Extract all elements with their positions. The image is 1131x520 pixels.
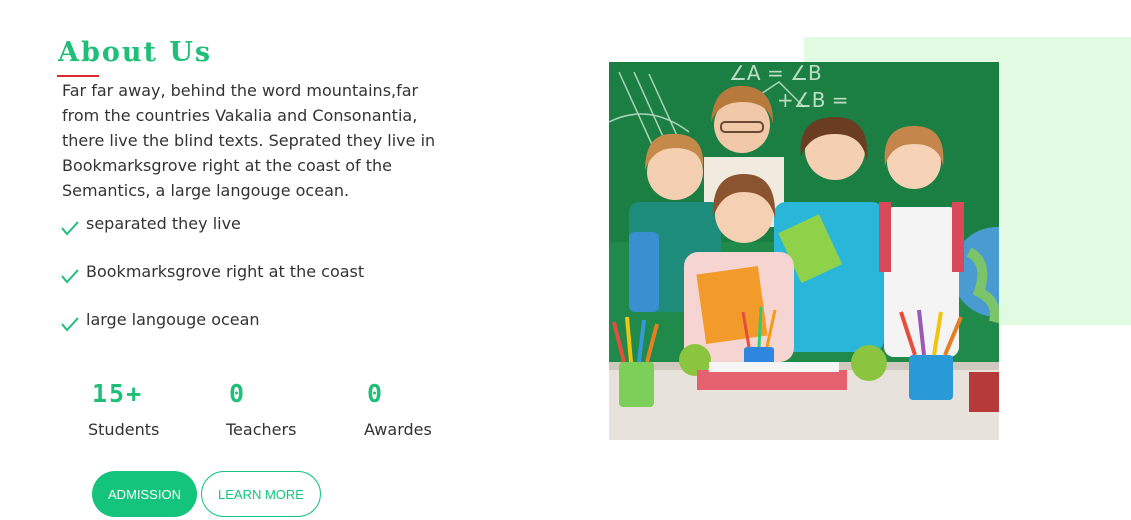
check-icon: [60, 313, 80, 333]
stat-value: 15+: [92, 379, 144, 408]
stat-students: 15+ Students: [88, 378, 159, 441]
checklist-item: Bookmarksgrove right at the coast: [60, 259, 364, 307]
stat-label: Teachers: [226, 420, 297, 439]
chalk-text-top: ∠A = ∠B: [729, 62, 822, 85]
about-paragraph: Far far away, behind the word mountains,…: [62, 81, 436, 200]
checklist-item: large langouge ocean: [60, 307, 364, 355]
stats-row: 15+ Students 0 Teachers 0 Awardes: [0, 378, 460, 448]
check-icon: [60, 217, 80, 237]
classroom-photo: ∠A = ∠B +∠B =: [609, 62, 999, 440]
stat-value: 0: [367, 379, 385, 408]
checklist-label: large langouge ocean: [86, 310, 260, 329]
stat-awards: 0 Awardes: [364, 378, 432, 441]
stat-teachers: 0 Teachers: [226, 378, 296, 441]
stat-value: 0: [229, 379, 247, 408]
feature-checklist: separated they live Bookmarksgrove right…: [60, 211, 364, 355]
admission-button[interactable]: ADMISSION: [92, 471, 197, 517]
about-title: About Us: [58, 37, 213, 68]
learn-more-button[interactable]: LEARN MORE: [201, 471, 321, 517]
stat-label: Awardes: [364, 420, 432, 439]
checklist-item: separated they live: [60, 211, 364, 259]
checklist-label: Bookmarksgrove right at the coast: [86, 262, 365, 281]
title-underline: [57, 75, 99, 77]
checklist-label: separated they live: [86, 214, 241, 233]
stat-label: Students: [88, 420, 160, 439]
chalk-text-mid: +∠B =: [777, 88, 849, 112]
check-icon: [60, 265, 80, 285]
